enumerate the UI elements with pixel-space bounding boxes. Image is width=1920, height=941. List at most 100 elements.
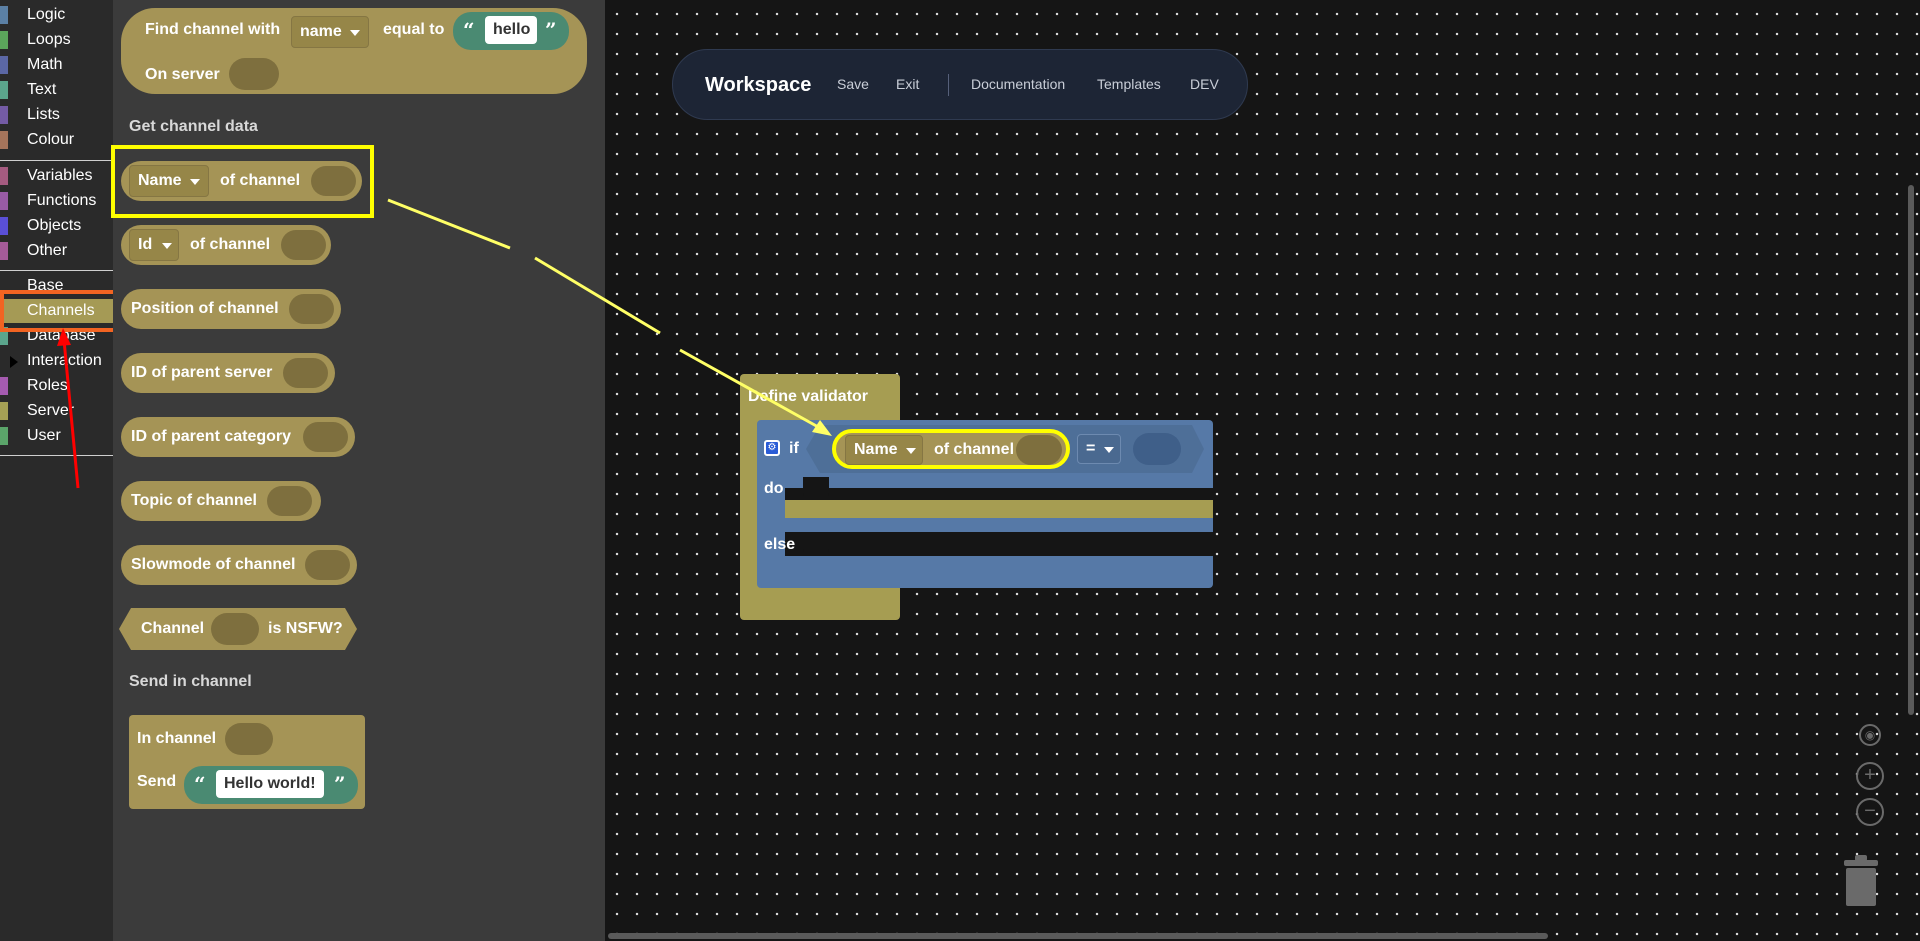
do-label: do [764, 480, 784, 497]
find-field-dropdown[interactable]: name [291, 16, 369, 48]
category-color-swatch [0, 56, 8, 74]
string-field[interactable]: hello [485, 16, 537, 44]
else-gap [785, 532, 1213, 556]
find-channel-block[interactable]: Find channel with name equal to “hello” … [121, 8, 587, 94]
category-server[interactable]: Server [0, 399, 113, 423]
string-literal[interactable]: “ hello ” [453, 12, 569, 50]
send-in-channel-block[interactable]: In channel Send “ Hello world! ” [129, 715, 365, 809]
block-text: of channel [190, 236, 271, 253]
category-roles[interactable]: Roles [0, 374, 113, 398]
exit-button[interactable]: Exit [896, 76, 919, 92]
open-quote-icon: “ [194, 772, 206, 796]
zoom-controls: ◉ + − [1848, 720, 1888, 840]
string-field[interactable]: Hello world! [216, 770, 324, 798]
block-flyout: Find channel with name equal to “hello” … [111, 0, 605, 941]
input-slot[interactable] [1133, 433, 1181, 465]
category-color-swatch [0, 31, 8, 49]
category-color-swatch [0, 81, 8, 99]
top-nav-bar: Workspace Save Exit Documentation Templa… [672, 49, 1248, 120]
dropdown-label: Id [138, 236, 153, 253]
brand-title: Workspace [705, 74, 812, 96]
category-label: Lists [27, 106, 60, 123]
save-button[interactable]: Save [837, 76, 869, 92]
input-slot[interactable] [289, 294, 334, 324]
operator-dropdown[interactable]: = [1077, 434, 1121, 464]
chevron-down-icon [1104, 447, 1114, 453]
input-slot[interactable] [281, 230, 326, 260]
category-color-swatch [0, 377, 8, 395]
category-math[interactable]: Math [0, 53, 113, 77]
chevron-down-icon [906, 448, 916, 454]
input-slot[interactable] [1016, 435, 1062, 465]
dev-link[interactable]: DEV [1190, 76, 1219, 92]
category-variables[interactable]: Variables [0, 164, 113, 188]
chevron-down-icon [350, 30, 360, 36]
trash-icon[interactable] [1842, 852, 1878, 908]
operator-label: = [1086, 440, 1096, 457]
category-lists[interactable]: Lists [0, 103, 113, 127]
block-text: Slowmode of channel [131, 556, 296, 573]
highlight-box [111, 145, 374, 218]
plus-icon[interactable]: + [1856, 762, 1884, 790]
input-slot[interactable] [229, 58, 279, 90]
section-label: Get channel data [129, 118, 258, 135]
slowmode-of-channel-block[interactable]: Slowmode of channel [121, 545, 357, 585]
documentation-link[interactable]: Documentation [971, 76, 1065, 92]
input-slot[interactable] [267, 486, 312, 516]
id-of-channel-block[interactable]: Id of channel [121, 225, 331, 265]
vertical-scrollbar[interactable] [1908, 185, 1914, 715]
input-slot[interactable] [211, 613, 259, 645]
category-functions[interactable]: Functions [0, 189, 113, 213]
block-text: Send [137, 773, 177, 790]
if-label: if [789, 440, 799, 457]
category-color-swatch [0, 427, 8, 445]
string-literal[interactable]: “ Hello world! ” [184, 766, 358, 804]
category-label: Objects [27, 217, 82, 234]
input-slot[interactable] [283, 358, 328, 388]
expand-arrow-icon[interactable] [10, 356, 18, 368]
gear-icon[interactable]: ⚙ [764, 440, 780, 456]
else-notch [803, 533, 829, 555]
category-logic[interactable]: Logic [0, 3, 113, 27]
channel-property-dropdown[interactable]: Id [129, 229, 179, 261]
string-value: Hello world! [224, 775, 316, 792]
category-colour[interactable]: Colour [0, 128, 113, 152]
block-text: Topic of channel [131, 492, 257, 509]
category-objects[interactable]: Objects [0, 214, 113, 238]
category-separator [0, 160, 113, 161]
category-label: Roles [27, 377, 68, 394]
block-text: Position of channel [131, 300, 279, 317]
validator-title: Define validator [748, 388, 869, 405]
string-value: hello [493, 21, 531, 38]
minus-icon[interactable]: − [1856, 798, 1884, 826]
category-user[interactable]: User [0, 424, 113, 448]
input-slot[interactable] [225, 723, 273, 755]
category-label: Text [27, 81, 57, 98]
parent-server-id-block[interactable]: ID of parent server [121, 353, 335, 393]
block-text: ID of parent category [131, 428, 292, 445]
position-of-channel-block[interactable]: Position of channel [121, 289, 341, 329]
condition-name-of-channel-block[interactable]: Name of channel [832, 429, 1070, 469]
section-label: Send in channel [129, 673, 252, 690]
target-icon[interactable]: ◉ [1859, 724, 1881, 746]
topic-of-channel-block[interactable]: Topic of channel [121, 481, 321, 521]
parent-category-id-block[interactable]: ID of parent category [121, 417, 355, 457]
category-color-swatch [0, 402, 8, 420]
category-loops[interactable]: Loops [0, 28, 113, 52]
block-text: On server [145, 66, 220, 83]
category-text[interactable]: Text [0, 78, 113, 102]
category-color-swatch [0, 106, 8, 124]
horizontal-scrollbar[interactable] [608, 933, 1548, 939]
templates-link[interactable]: Templates [1097, 76, 1161, 92]
selected-category-highlight [0, 290, 131, 332]
dropdown-label: Name [854, 441, 898, 458]
category-other[interactable]: Other [0, 239, 113, 263]
nav-divider [948, 74, 949, 96]
input-slot[interactable] [305, 550, 350, 580]
close-quote-icon: ” [334, 772, 346, 796]
input-slot[interactable] [303, 422, 348, 452]
do-notch [803, 477, 829, 499]
category-label: Loops [27, 31, 71, 48]
channel-property-dropdown[interactable]: Name [845, 435, 923, 465]
category-interaction[interactable]: Interaction [0, 349, 113, 373]
